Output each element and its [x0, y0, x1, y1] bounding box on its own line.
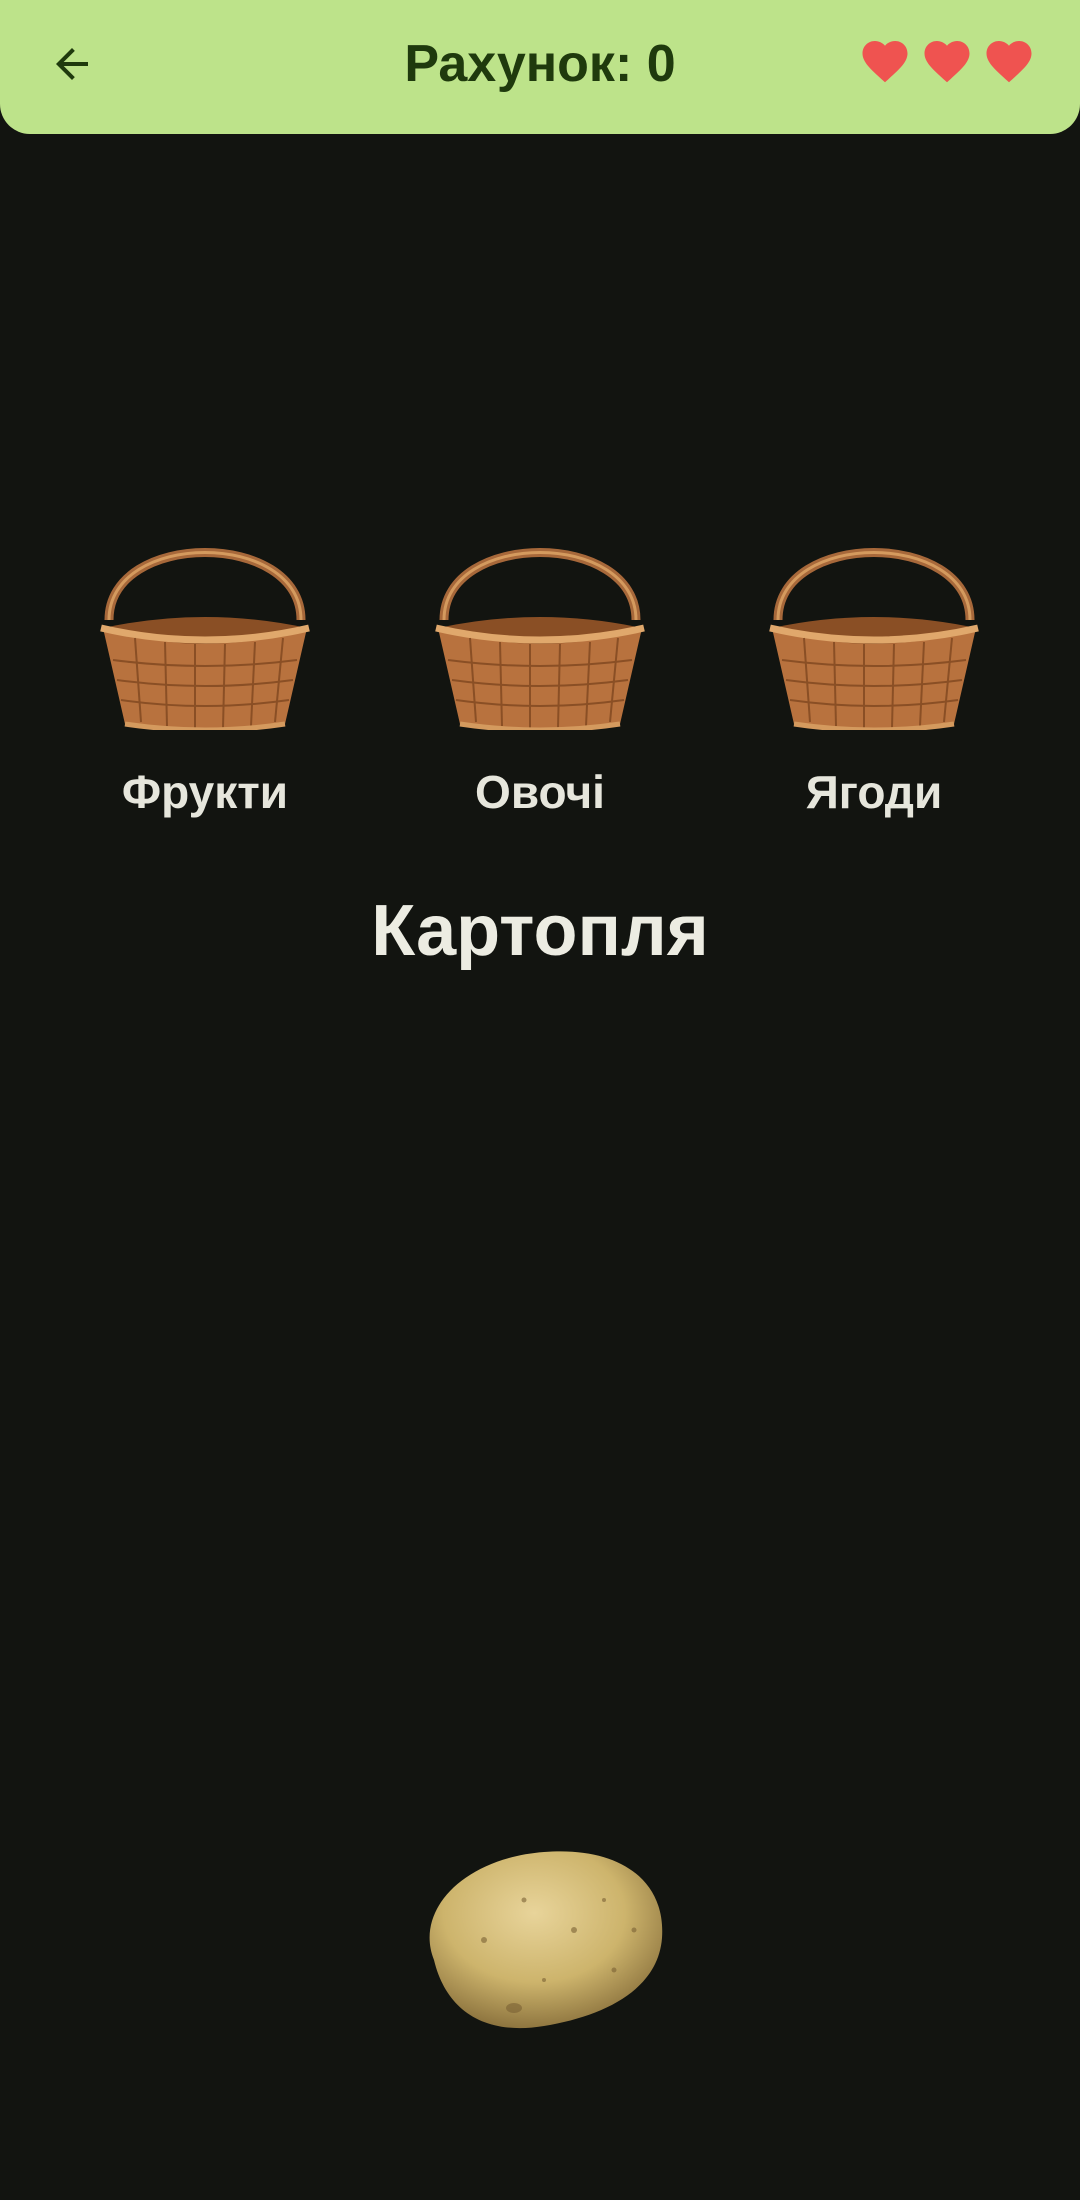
basket-icon: [769, 548, 979, 730]
basket-label-vegetables: Овочі: [475, 766, 605, 818]
potato-icon: [429, 1851, 663, 2029]
basket-label-fruits: Фрукти: [121, 766, 289, 818]
basket-icon: [435, 548, 645, 730]
heart-icon: [924, 41, 970, 83]
lives-indicator: [858, 34, 1036, 84]
heart-icon: [862, 41, 908, 83]
draggable-potato[interactable]: [404, 1840, 674, 2040]
top-bar: Рахунок: 0: [0, 0, 1080, 134]
heart-icon: [986, 41, 1032, 83]
basket-label-berries: Ягоди: [805, 766, 943, 818]
basket-berries[interactable]: Ягоди: [754, 500, 994, 840]
basket-fruits[interactable]: Фрукти: [85, 500, 325, 840]
current-item-name: Картопля: [371, 891, 709, 971]
basket-icon: [100, 548, 310, 730]
basket-row: Фрукти Овочі Ягоди: [0, 500, 1080, 840]
basket-vegetables[interactable]: Овочі: [420, 500, 660, 840]
